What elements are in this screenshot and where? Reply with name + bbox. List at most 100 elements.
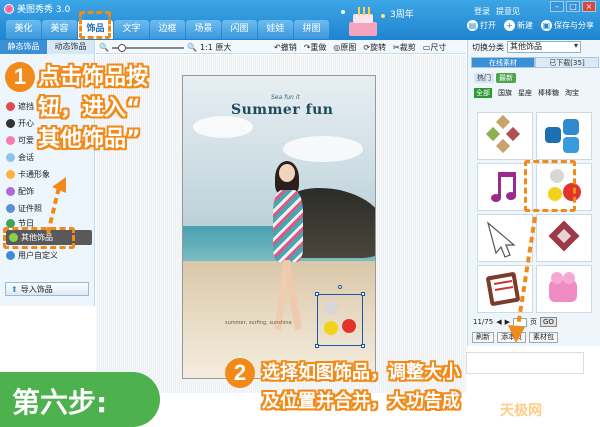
category-icon [6, 204, 15, 213]
category-icon [6, 136, 15, 145]
filter-hot[interactable]: 热门 [474, 73, 494, 83]
resize-handle[interactable] [361, 344, 365, 348]
login-link[interactable]: 登录 [474, 6, 490, 17]
canvas-toolbar: 🔍 🔍 1:1 原大 ↶撤销 ↷重做 ◎原图 ⟳旋转 ✂裁剪 ▭尺寸 [96, 40, 466, 54]
category-icon [6, 170, 15, 179]
step-two-number: 2 [225, 358, 255, 388]
category-item-speech[interactable]: 会话 [6, 152, 34, 163]
tab-text[interactable]: 文字 [114, 20, 149, 39]
checker-diamond-icon [548, 220, 580, 252]
diamond-pattern-icon [485, 114, 521, 154]
step-badge-label: 第六步: [12, 386, 108, 419]
material-thumb-diamonds[interactable] [477, 112, 533, 160]
selected-sticker[interactable] [315, 285, 365, 348]
minimize-button[interactable]: – [550, 1, 564, 12]
import-accessory-button[interactable]: ⬆ 导入饰品 [5, 282, 89, 296]
subcat-zodiac[interactable]: 星座 [518, 88, 532, 98]
photo-subline: Sea fun it [271, 94, 300, 101]
redo-button[interactable]: ↷重做 [304, 42, 327, 53]
category-item-ornament[interactable]: 配饰 [6, 186, 34, 197]
tab-collage[interactable]: 拼图 [294, 20, 329, 39]
arrow-down-icon [508, 216, 537, 343]
size-button[interactable]: ▭尺寸 [423, 42, 447, 53]
category-item-cute[interactable]: 可爱 [6, 135, 34, 146]
filter-newest[interactable]: 最新 [496, 73, 516, 83]
zoom-slider-knob[interactable] [117, 43, 126, 52]
tab-static-accessories[interactable]: 静态饰品 [0, 40, 47, 54]
app-title-text: 美图秀秀 3.0 [17, 5, 71, 15]
tab-doll[interactable]: 娃娃 [258, 20, 293, 39]
new-button[interactable]: + 新建 [504, 20, 533, 31]
crop-button[interactable]: ✂裁剪 [393, 42, 416, 53]
category-item-happy[interactable]: 开心 [6, 118, 34, 129]
sticker-circle-gray [324, 301, 338, 315]
close-button[interactable]: × [582, 1, 596, 12]
main-tabs: 美化 美容 饰品 文字 边框 场景 闪图 娃娃 拼图 [6, 20, 329, 39]
open-button[interactable]: ▤ 打开 [467, 20, 496, 31]
zoom-out-icon[interactable]: 🔍 [99, 43, 109, 52]
window-controls: – □ × [550, 1, 596, 12]
category-select[interactable]: 其他饰品 [507, 41, 581, 53]
tab-beautify[interactable]: 美化 [6, 20, 41, 39]
anniversary-label: 3周年 [390, 10, 414, 20]
zoom-actual-size[interactable]: 1:1 原大 [200, 42, 231, 53]
material-subcategories: 全部 国旗 星座 棒棒糖 淘宝 [474, 88, 592, 98]
photo-caption-text: summer, surfing, sunshine [225, 320, 292, 326]
highlight-selected-material [524, 160, 576, 212]
app-title: 美图秀秀 3.0 [4, 2, 70, 15]
category-item-cover[interactable]: 遮挡 [6, 101, 34, 112]
folder-icon: ▤ [467, 20, 478, 31]
app-logo-icon [4, 3, 14, 14]
category-item-custom[interactable]: 用户自定义 [6, 250, 58, 261]
import-icon: ⬆ [11, 284, 18, 294]
category-icon [6, 102, 15, 111]
undo-button[interactable]: ↶撤销 [274, 42, 297, 53]
watermark: 天极网 [500, 403, 542, 419]
sticker-circle-yellow [324, 321, 338, 335]
tab-scene[interactable]: 场景 [186, 20, 221, 39]
tab-flash[interactable]: 闪图 [222, 20, 257, 39]
subcat-lollipop[interactable]: 棒棒糖 [538, 88, 559, 98]
category-icon [6, 251, 15, 260]
file-toolbar: ▤ 打开 + 新建 ▣ 保存与分享 [467, 20, 594, 31]
zoom-in-icon[interactable]: 🔍 [187, 43, 197, 52]
save-icon: ▣ [541, 20, 552, 31]
subcat-all[interactable]: 全部 [474, 88, 492, 98]
zoom-slider[interactable] [111, 43, 184, 52]
page-indicator: 11/75 [473, 318, 494, 326]
plus-icon: + [504, 20, 515, 31]
tab-downloaded-materials[interactable]: 已下载[35] [535, 57, 599, 68]
tab-online-materials[interactable]: 在线素材 [471, 57, 535, 68]
speech-bubble-icon [6, 153, 15, 162]
save-share-button[interactable]: ▣ 保存与分享 [541, 20, 594, 31]
sticker-circle-red [342, 319, 356, 333]
tab-face[interactable]: 美容 [42, 20, 77, 39]
step-one-caption: 点击饰品按 钮，进入“ 其他饰品” [38, 65, 149, 152]
arrow-up-icon [46, 177, 66, 234]
category-switch-label: 切换分类 [472, 42, 504, 52]
maximize-button[interactable]: □ [566, 1, 580, 12]
subcat-taobao[interactable]: 淘宝 [565, 88, 579, 98]
tab-dynamic-accessories[interactable]: 动态饰品 [47, 40, 94, 54]
resize-handle[interactable] [361, 292, 365, 296]
original-button[interactable]: ◎原图 [333, 42, 356, 53]
resize-handle[interactable] [315, 344, 319, 348]
refresh-button[interactable]: 刷新 [472, 332, 494, 343]
feedback-link[interactable]: 提意见 [496, 6, 520, 17]
rotate-button[interactable]: ⟳旋转 [363, 42, 386, 53]
pink-gift-icon [549, 272, 577, 302]
prev-page-icon[interactable]: ◀ [496, 318, 501, 326]
tab-frame[interactable]: 边框 [150, 20, 185, 39]
material-thumb-blocks[interactable] [536, 112, 592, 160]
step-two-caption: 选择如图饰品，调整大小 及位置并合并，大功告成 [262, 362, 460, 412]
birthday-cake-icon [341, 7, 385, 36]
subcat-flags[interactable]: 国旗 [498, 88, 512, 98]
rotate-handle[interactable] [338, 285, 342, 289]
resize-handle[interactable] [315, 292, 319, 296]
highlight-accessories-tab [79, 11, 111, 39]
photo-person [265, 161, 315, 364]
blue-blocks-icon [545, 119, 579, 153]
category-icon [6, 187, 15, 196]
edited-photo[interactable]: Sea fun it Summer fun summer, surfing, s… [182, 75, 376, 379]
ad-banner[interactable] [466, 352, 584, 374]
